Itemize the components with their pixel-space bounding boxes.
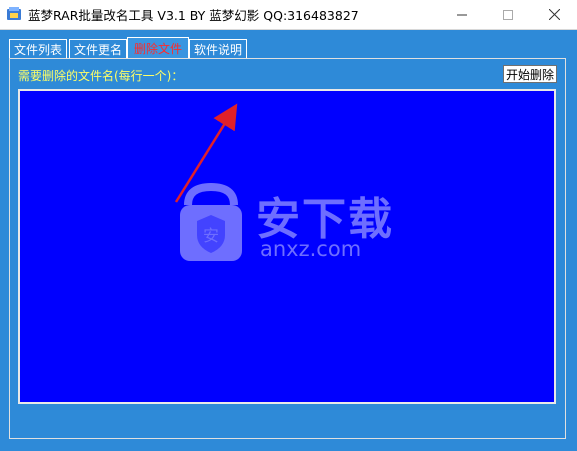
tab-delete-files[interactable]: 删除文件 <box>127 37 189 59</box>
watermark-subtext: anxz.com <box>260 237 362 261</box>
watermark: 安 安下载 anxz.com <box>178 181 398 265</box>
shield-lock-icon: 安 <box>180 182 242 261</box>
minimize-button[interactable] <box>439 0 485 29</box>
filenames-label: 需要删除的文件名(每行一个)： <box>18 69 184 83</box>
start-delete-button[interactable]: 开始删除 <box>503 65 557 83</box>
minimize-icon <box>457 14 467 15</box>
title-bar[interactable]: 蓝梦RAR批量改名工具 V3.1 BY 蓝梦幻影 QQ:316483827 <box>0 0 577 30</box>
maximize-icon <box>503 9 513 20</box>
window-title: 蓝梦RAR批量改名工具 V3.1 BY 蓝梦幻影 QQ:316483827 <box>28 8 359 23</box>
maximize-button[interactable] <box>485 0 531 29</box>
tab-software-help[interactable]: 软件说明 <box>189 39 247 58</box>
close-button[interactable] <box>531 0 577 29</box>
close-icon <box>548 9 560 20</box>
tab-file-rename[interactable]: 文件更名 <box>69 39 127 58</box>
tab-file-list[interactable]: 文件列表 <box>9 39 67 58</box>
svg-text:安: 安 <box>203 226 219 245</box>
app-icon <box>7 7 21 20</box>
